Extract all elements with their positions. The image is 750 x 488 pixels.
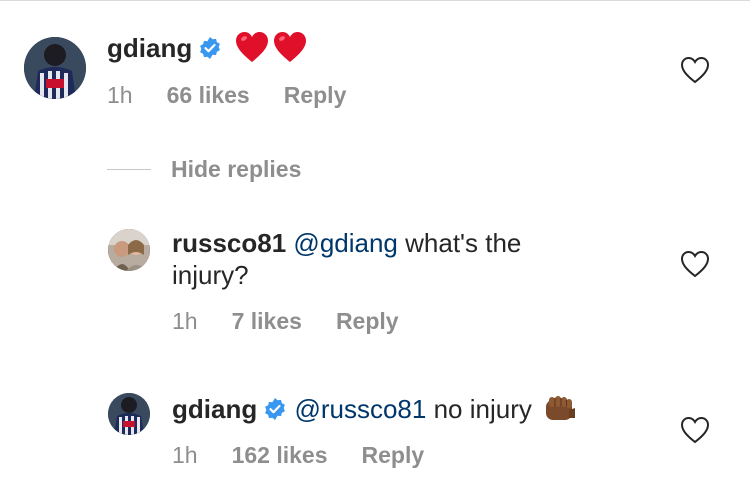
reply-button[interactable]: Reply [336, 308, 399, 334]
likes-count[interactable]: 162 likes [232, 442, 328, 468]
likes-count[interactable]: 66 likes [167, 82, 250, 108]
heart-emoji-icon [273, 31, 307, 71]
username[interactable]: gdiang [172, 394, 257, 424]
hide-replies-label: Hide replies [171, 155, 302, 182]
hide-replies-button[interactable]: Hide replies [107, 152, 301, 186]
timestamp: 1h [172, 308, 198, 334]
avatar[interactable] [108, 393, 150, 435]
username[interactable]: russco81 [172, 228, 286, 258]
mention-link[interactable]: @gdiang [293, 228, 397, 258]
timestamp: 1h [107, 82, 133, 108]
hide-replies-line [107, 168, 151, 170]
heart-emoji-icon [235, 31, 269, 71]
reply-button[interactable]: Reply [284, 82, 347, 108]
likes-count[interactable]: 7 likes [232, 308, 302, 334]
reply-text: no injury [426, 394, 532, 424]
username[interactable]: gdiang [107, 33, 192, 63]
reply-text: what's the [397, 228, 522, 258]
reply-button[interactable]: Reply [362, 442, 425, 468]
reply-text-cont: injury? [172, 260, 249, 290]
like-heart-icon[interactable] [680, 56, 710, 84]
like-heart-icon[interactable] [680, 416, 710, 444]
timestamp: 1h [172, 442, 198, 468]
verified-badge-icon [263, 397, 287, 421]
avatar[interactable] [108, 229, 150, 271]
top-divider [0, 0, 750, 1]
like-heart-icon[interactable] [680, 250, 710, 278]
verified-badge-icon [198, 36, 222, 60]
avatar[interactable] [24, 37, 86, 99]
fist-emoji-icon [543, 394, 577, 432]
mention-link[interactable]: @russco81 [294, 394, 426, 424]
